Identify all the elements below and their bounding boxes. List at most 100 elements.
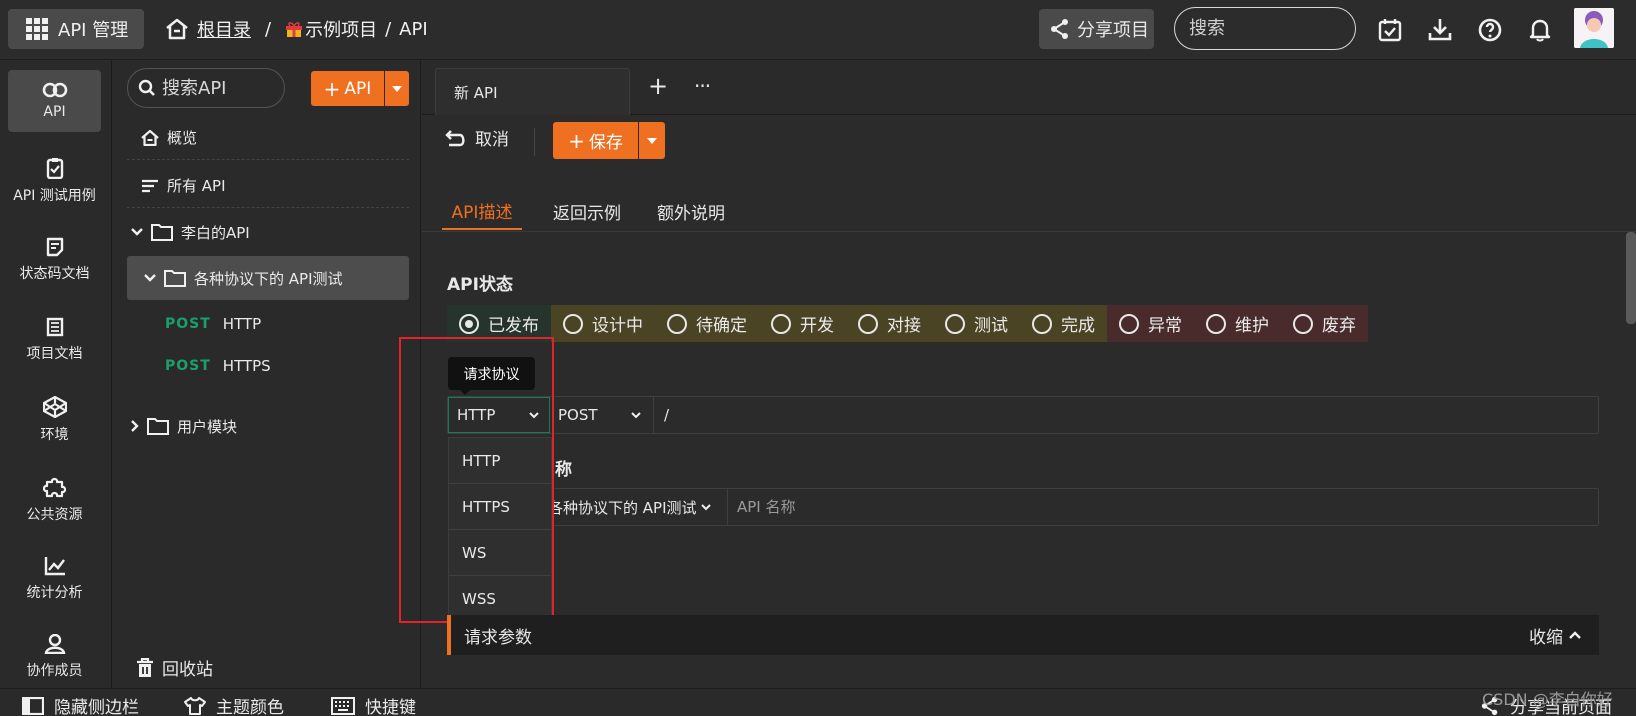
gift-icon xyxy=(285,20,303,38)
status-option-label: 完成 xyxy=(1061,316,1095,336)
download-icon[interactable] xyxy=(1427,17,1453,43)
breadcrumb-project-link[interactable]: 示例项目 xyxy=(305,16,377,42)
global-search-input[interactable] xyxy=(1174,7,1356,50)
url-input[interactable]: / xyxy=(654,397,1598,433)
method-select[interactable]: POST xyxy=(550,397,654,433)
folder-select[interactable]: 各种协议下的 API测试 xyxy=(544,489,728,525)
nav-item-public-resources[interactable]: 公共资源 xyxy=(8,468,101,530)
save-label: 保存 xyxy=(588,133,623,153)
save-button[interactable]: + 保存 xyxy=(553,122,638,159)
tab-new-api[interactable]: 新 API xyxy=(435,68,630,115)
add-api-button-group: + API xyxy=(311,71,409,106)
folder-icon xyxy=(164,269,186,287)
home-icon xyxy=(165,18,189,40)
sidebar-group-label: 李白的API xyxy=(181,223,250,242)
hide-sidebar-label: 隐藏侧边栏 xyxy=(54,698,139,716)
api-name-input[interactable] xyxy=(728,489,1598,525)
folder-icon xyxy=(151,223,173,241)
bell-icon[interactable] xyxy=(1527,17,1553,43)
nav-item-api-test-cases[interactable]: API 测试用例 xyxy=(8,150,101,212)
codepen-icon xyxy=(42,396,67,418)
search-api-input[interactable] xyxy=(162,77,277,99)
sidebar-api-item[interactable]: POST HTTPS xyxy=(127,344,409,388)
status-option[interactable]: 完成 xyxy=(1020,305,1107,342)
app-menu-button[interactable]: API 管理 xyxy=(8,9,144,49)
collapse-button[interactable]: 收缩 xyxy=(1529,623,1581,648)
status-option[interactable]: 设计中 xyxy=(551,305,655,342)
add-tab-button[interactable]: + xyxy=(648,72,668,100)
nav-item-environment[interactable]: 环境 xyxy=(8,389,101,451)
search-api-field[interactable] xyxy=(127,68,285,108)
status-option-label: 测试 xyxy=(974,316,1008,336)
save-dropdown-button[interactable] xyxy=(639,122,665,159)
status-option[interactable]: 维护 xyxy=(1194,305,1281,342)
main-scrollbar[interactable] xyxy=(1626,232,1636,324)
chevron-down-icon xyxy=(144,274,156,282)
grid-icon xyxy=(26,18,48,40)
doc-icon xyxy=(46,237,64,257)
add-api-label: API xyxy=(344,78,372,99)
status-option[interactable]: 测试 xyxy=(933,305,1020,342)
cancel-label: 取消 xyxy=(475,130,509,150)
method-badge: POST xyxy=(165,316,211,332)
radio-unchecked-icon xyxy=(1032,313,1052,334)
breadcrumb-root-link[interactable]: 根目录 xyxy=(197,16,251,42)
bottom-bar: 隐藏侧边栏 主题颜色 快捷键 分享当前页面 xyxy=(0,688,1636,716)
cancel-button[interactable]: 取消 xyxy=(445,125,509,150)
nav-label: 状态码文档 xyxy=(19,266,90,282)
status-option[interactable]: 废弃 xyxy=(1281,305,1368,342)
calendar-check-icon[interactable] xyxy=(1377,17,1403,43)
clipboard-check-icon xyxy=(46,157,64,179)
request-params-section-header[interactable]: 请求参数 收缩 xyxy=(447,615,1599,655)
avatar[interactable] xyxy=(1574,8,1614,48)
toolbar-divider xyxy=(534,128,535,156)
nav-item-analytics[interactable]: 统计分析 xyxy=(8,548,101,610)
sidebar-group-libai[interactable]: 李白的API xyxy=(127,210,409,254)
share-project-button[interactable]: 分享项目 xyxy=(1039,9,1154,49)
sidebar-item-all-api[interactable]: 所有 API xyxy=(127,164,409,208)
link-icon xyxy=(42,82,68,98)
api-name: HTTP xyxy=(222,315,262,333)
url-value: / xyxy=(664,406,670,424)
help-icon[interactable] xyxy=(1477,17,1503,43)
sidebar-group-user-module[interactable]: 用户模块 xyxy=(127,404,409,448)
keyboard-icon xyxy=(331,696,355,715)
tab-api-description[interactable]: API描述 xyxy=(442,192,522,230)
shirt-icon xyxy=(184,696,206,715)
radio-unchecked-icon xyxy=(1119,313,1139,334)
more-tabs-button[interactable]: ··· xyxy=(694,74,711,98)
status-option[interactable]: 异常 xyxy=(1107,305,1194,342)
breadcrumb-separator: / xyxy=(385,18,392,40)
shortcuts-button[interactable]: 快捷键 xyxy=(331,693,416,716)
method-badge: POST xyxy=(165,358,211,374)
breadcrumb: 根目录 / 示例项目 / API xyxy=(165,14,428,44)
nav-item-members[interactable]: 协作成员 xyxy=(8,626,101,688)
theme-color-button[interactable]: 主题颜色 xyxy=(184,693,284,716)
detail-tabs: API描述 返回示例 额外说明 xyxy=(422,192,1636,232)
folder-icon xyxy=(147,417,169,435)
status-option[interactable]: 对接 xyxy=(846,305,933,342)
tab-extra-notes[interactable]: 额外说明 xyxy=(651,192,731,230)
method-value: POST xyxy=(558,406,598,424)
status-option-label: 对接 xyxy=(887,316,921,336)
tab-response-example[interactable]: 返回示例 xyxy=(547,192,627,230)
api-name: HTTPS xyxy=(222,357,271,375)
status-option[interactable]: 待确定 xyxy=(655,305,759,342)
add-api-dropdown-button[interactable] xyxy=(385,71,409,106)
nav-item-status-codes[interactable]: 状态码文档 xyxy=(8,229,101,291)
nav-label: 项目文档 xyxy=(26,346,83,362)
status-option[interactable]: 开发 xyxy=(759,305,846,342)
nav-item-project-docs[interactable]: 项目文档 xyxy=(8,309,101,371)
radio-unchecked-icon xyxy=(667,313,687,334)
add-api-button[interactable]: + API xyxy=(311,71,384,106)
nav-item-api[interactable]: API xyxy=(8,70,101,132)
sidebar-item-overview[interactable]: 概览 xyxy=(127,116,409,160)
book-icon xyxy=(46,317,64,337)
recycle-bin[interactable]: 回收站 xyxy=(136,655,213,680)
sidebar-api-item[interactable]: POST HTTP xyxy=(127,302,409,346)
hide-sidebar-button[interactable]: 隐藏侧边栏 xyxy=(22,693,139,716)
search-icon xyxy=(138,79,156,97)
sidebar-group-protocol-tests[interactable]: 各种协议下的 API测试 xyxy=(127,256,409,300)
trash-icon xyxy=(136,657,154,678)
theme-color-label: 主题颜色 xyxy=(216,698,284,716)
